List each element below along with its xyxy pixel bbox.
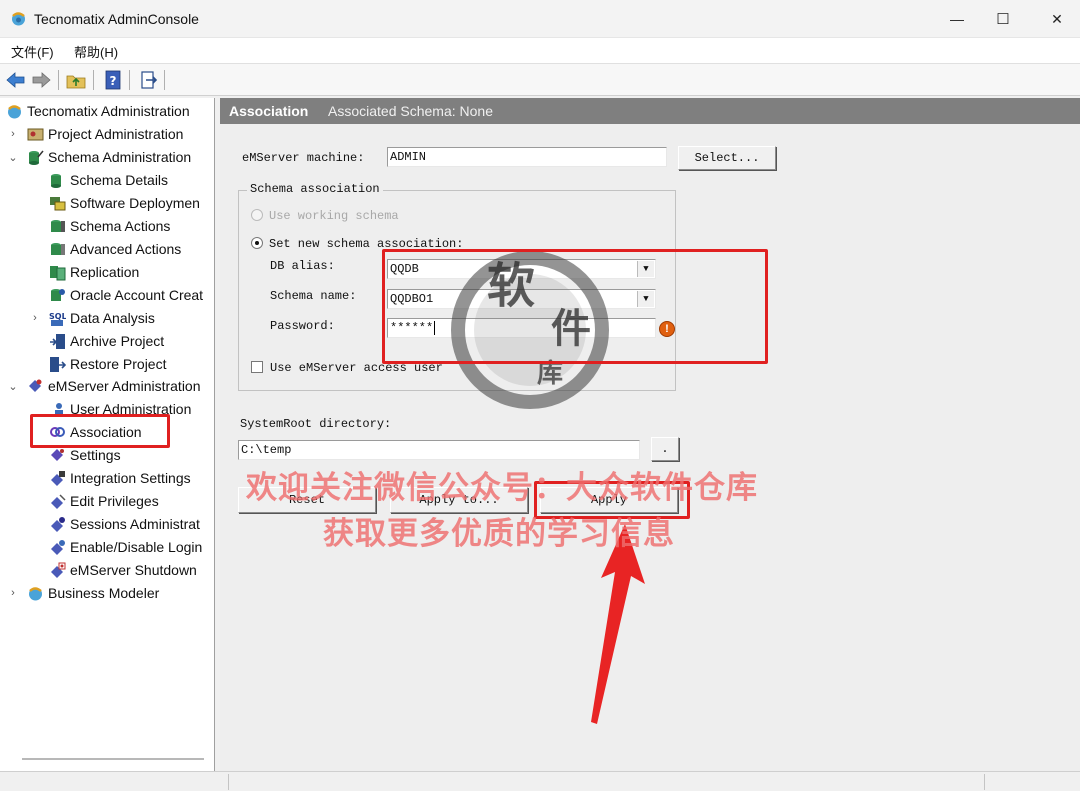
restore-icon [50, 356, 66, 372]
tecnomatix-logo-icon [8, 104, 21, 118]
oracle-account-icon [51, 288, 65, 301]
tree-item-schema-administration[interactable]: Schema Administration [27, 146, 191, 168]
toolbar-separator [58, 70, 59, 90]
project-admin-icon [27, 128, 44, 140]
privileges-icon [51, 493, 66, 509]
forward-arrow-icon[interactable] [30, 69, 52, 91]
schema-association-group-label: Schema association [247, 182, 383, 196]
emserver-admin-icon [29, 379, 42, 392]
window-title: Tecnomatix AdminConsole [34, 11, 199, 27]
tree-item-enable-disable-login[interactable]: Enable/Disable Login [49, 536, 202, 558]
tree-item-emserver-administration[interactable]: eMServer Administration [27, 375, 201, 397]
use-working-schema-radio[interactable] [251, 209, 263, 221]
help-book-icon[interactable]: ? [102, 69, 124, 91]
associated-schema-label: Associated Schema: None [328, 103, 493, 119]
menu-file[interactable]: 文件(F) [11, 42, 54, 61]
chevron-right-icon[interactable]: › [29, 312, 41, 324]
software-deployment-icon [50, 196, 66, 210]
annotation-highlight-association [30, 414, 170, 448]
menu-bar: 文件(F) 帮助(H) [0, 38, 1080, 63]
emserver-machine-label: eMServer machine: [242, 151, 365, 165]
business-modeler-icon [29, 586, 42, 600]
login-toggle-icon [51, 539, 65, 555]
maximize-icon: ☐ [996, 11, 1010, 28]
svg-text:SQL: SQL [49, 312, 66, 321]
close-button[interactable]: ✕ [1034, 0, 1080, 38]
back-arrow-icon[interactable] [5, 69, 27, 91]
use-working-schema-label: Use working schema [269, 209, 399, 223]
folder-up-icon[interactable] [65, 69, 87, 91]
tree-item-schema-details[interactable]: Schema Details [49, 169, 168, 191]
panel-header: Association Associated Schema: None [220, 98, 1080, 124]
minimize-button[interactable]: — [934, 0, 980, 38]
toolbar-separator [129, 70, 130, 90]
menu-help[interactable]: 帮助(H) [74, 42, 118, 61]
tree-item-business-modeler[interactable]: Business Modeler [27, 582, 159, 604]
status-separator [228, 774, 229, 790]
database-actions-icon [51, 219, 65, 232]
schema-name-label: Schema name: [270, 289, 357, 303]
promo-watermark-line1: 欢迎关注微信公众号：大众软件仓库 [246, 470, 758, 506]
status-bar [0, 771, 1080, 791]
browse-button[interactable]: . [651, 437, 679, 461]
select-button[interactable]: Select... [678, 146, 776, 170]
svg-text:?: ? [110, 74, 117, 88]
database-advanced-icon [51, 242, 65, 255]
tree-item-schema-actions[interactable]: Schema Actions [49, 215, 170, 237]
replication-icon [50, 265, 66, 280]
toolbar-separator [164, 70, 165, 90]
sessions-icon [51, 516, 65, 532]
exit-door-icon[interactable] [137, 69, 159, 91]
archive-icon [50, 333, 65, 349]
tree-item-tecnomatix-administration[interactable]: Tecnomatix Administration [6, 100, 190, 122]
tree-item-advanced-actions[interactable]: Advanced Actions [49, 238, 181, 260]
tree-item-replication[interactable]: Replication [49, 261, 139, 283]
tree-item-oracle-account[interactable]: Oracle Account Creat [49, 284, 203, 306]
settings-icon [51, 448, 64, 461]
tree-item-emserver-shutdown[interactable]: eMServer Shutdown [49, 559, 197, 581]
password-label: Password: [270, 319, 335, 333]
chevron-down-icon[interactable]: ⌄ [7, 380, 19, 393]
close-icon: ✕ [1051, 10, 1063, 27]
emserver-machine-field[interactable]: ADMIN [387, 147, 667, 167]
use-access-user-checkbox[interactable] [251, 361, 263, 373]
tecnomatix-logo-icon [12, 12, 25, 26]
tree-item-archive-project[interactable]: Archive Project [49, 330, 164, 352]
shutdown-icon [51, 562, 66, 578]
tree-item-sessions-administration[interactable]: Sessions Administrat [49, 513, 200, 535]
tree-item-data-analysis[interactable]: SQL Data Analysis [49, 307, 155, 329]
tree-item-restore-project[interactable]: Restore Project [49, 353, 166, 375]
toolbar-separator [93, 70, 94, 90]
minimize-icon: — [950, 11, 964, 27]
chevron-right-icon[interactable]: › [7, 587, 19, 599]
tree-item-software-deployment[interactable]: Software Deploymen [49, 192, 200, 214]
annotation-highlight-credentials [382, 249, 768, 364]
chevron-down-icon[interactable]: ⌄ [7, 151, 19, 164]
promo-watermark-line2: 获取更多优质的学习信息 [323, 516, 675, 552]
tree-item-project-administration[interactable]: Project Administration [27, 123, 183, 145]
set-new-association-radio[interactable] [251, 237, 263, 249]
chevron-right-icon[interactable]: › [7, 128, 19, 140]
database-icon [51, 173, 61, 188]
sql-icon: SQL [49, 312, 66, 326]
tree-item-edit-privileges[interactable]: Edit Privileges [49, 490, 159, 512]
schema-admin-icon [29, 150, 44, 165]
tree-horizontal-scrollbar[interactable] [22, 758, 204, 760]
systemroot-field[interactable]: C:\temp [238, 440, 640, 460]
integration-settings-icon [51, 470, 65, 486]
maximize-button[interactable]: ☐ [980, 0, 1026, 38]
systemroot-label: SystemRoot directory: [240, 417, 392, 431]
title-bar: Tecnomatix AdminConsole — ☐ ✕ [0, 0, 1080, 38]
tree-item-integration-settings[interactable]: Integration Settings [49, 467, 191, 489]
db-alias-label: DB alias: [270, 259, 335, 273]
toolbar: ? [0, 63, 1080, 96]
panel-title: Association [229, 103, 309, 119]
status-separator [984, 774, 985, 790]
